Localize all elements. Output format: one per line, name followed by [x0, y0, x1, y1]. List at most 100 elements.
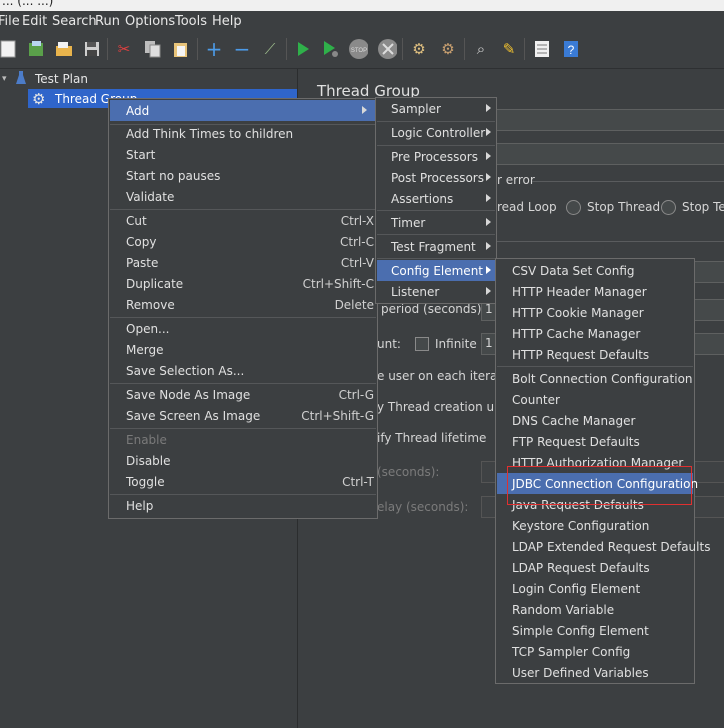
submenu-arrow-icon [486, 242, 491, 250]
search-icon[interactable]: ⌕ [471, 39, 491, 59]
stop-icon[interactable]: STOP [348, 39, 368, 59]
menu-separator [377, 234, 495, 235]
copy-icon[interactable] [143, 39, 163, 59]
menu-item-start-no-pauses[interactable]: Start no pauses [110, 165, 376, 186]
config-item-simple-config-element[interactable]: Simple Config Element [497, 620, 693, 641]
menu-item-duplicate[interactable]: Duplicate Ctrl+Shift-C [110, 273, 376, 294]
config-item-java-request-defaults[interactable]: Java Request Defaults [497, 494, 693, 515]
submenu-arrow-icon [362, 106, 367, 114]
loop-count-value: 1 [485, 336, 493, 350]
infinite-checkbox[interactable] [415, 337, 429, 351]
menu-item-save-selection-as[interactable]: Save Selection As... [110, 360, 376, 381]
config-item-counter[interactable]: Counter [497, 389, 693, 410]
clear-all-icon[interactable]: ⚙ [438, 39, 458, 59]
save-icon[interactable] [82, 39, 102, 59]
menu-item-start[interactable]: Start [110, 144, 376, 165]
group-border [532, 181, 724, 182]
radio-label-start-next-loop: read Loop [497, 200, 557, 214]
menu-item-save-screen-as-image[interactable]: Save Screen As Image Ctrl+Shift-G [110, 405, 376, 426]
submenu-item-post-processors[interactable]: Post Processors [377, 167, 495, 188]
shutdown-icon[interactable] [377, 39, 397, 59]
menu-item-merge[interactable]: Merge [110, 339, 376, 360]
menu-item-disable[interactable]: Disable [110, 450, 376, 471]
menu-help[interactable]: Help [212, 14, 242, 29]
menu-item-save-node-as-image[interactable]: Save Node As Image Ctrl-G [110, 384, 376, 405]
help-icon[interactable]: ? [561, 39, 581, 59]
config-item-tcp-sampler-config[interactable]: TCP Sampler Config [497, 641, 693, 662]
start-icon[interactable] [293, 39, 313, 59]
ramp-up-label: period (seconds): [381, 302, 486, 316]
menu-item-toggle[interactable]: Toggle Ctrl-T [110, 471, 376, 492]
menu-file[interactable]: File [0, 14, 20, 29]
submenu-item-timer[interactable]: Timer [377, 212, 495, 233]
config-item-keystore-configuration[interactable]: Keystore Configuration [497, 515, 693, 536]
menu-item-validate[interactable]: Validate [110, 186, 376, 207]
config-item-http-cookie-manager[interactable]: HTTP Cookie Manager [497, 302, 693, 323]
toggle-icon[interactable]: ⟋ [260, 39, 280, 59]
startup-delay-label: elay (seconds): [377, 500, 469, 514]
menu-separator [377, 210, 495, 211]
submenu-item-logic-controller[interactable]: Logic Controller [377, 122, 495, 143]
tree-expand-arrow-icon[interactable]: ▾ [2, 74, 7, 84]
submenu-item-listener[interactable]: Listener [377, 281, 495, 302]
submenu-arrow-icon [486, 218, 491, 226]
config-item-jdbc-connection[interactable]: JDBC Connection Configuration [497, 473, 698, 494]
radio-stop-test[interactable] [661, 200, 676, 215]
reset-search-icon[interactable]: ✎ [499, 39, 519, 59]
window-title-bar: ... (... ...) [0, 0, 724, 11]
config-item-random-variable[interactable]: Random Variable [497, 599, 693, 620]
submenu-item-test-fragment[interactable]: Test Fragment [377, 236, 495, 257]
config-item-bolt-connection[interactable]: Bolt Connection Configuration [497, 368, 693, 389]
config-item-http-header-manager[interactable]: HTTP Header Manager [497, 281, 693, 302]
menu-item-cut[interactable]: Cut Ctrl-X [110, 210, 376, 231]
submenu-item-pre-processors[interactable]: Pre Processors [377, 146, 495, 167]
menu-bar: File Edit Search Run Options Tools Help [0, 11, 724, 32]
collapse-icon[interactable]: − [232, 39, 252, 59]
submenu-arrow-icon [486, 128, 491, 136]
submenu-arrow-icon [486, 287, 491, 295]
menu-run[interactable]: Run [95, 14, 120, 29]
menu-item-open[interactable]: Open... [110, 318, 376, 339]
submenu-item-assertions[interactable]: Assertions [377, 188, 495, 209]
radio-stop-thread[interactable] [566, 200, 581, 215]
tree-node-test-plan[interactable]: ▾ Test Plan [0, 69, 297, 88]
templates-icon[interactable] [26, 39, 46, 59]
config-item-user-defined-variables[interactable]: User Defined Variables [497, 662, 693, 683]
function-helper-icon[interactable] [532, 39, 552, 59]
menu-tools[interactable]: Tools [175, 14, 207, 29]
config-item-ftp-request-defaults[interactable]: FTP Request Defaults [497, 431, 693, 452]
submenu-item-sampler[interactable]: Sampler [377, 98, 495, 119]
menu-item-add[interactable]: Add [110, 100, 376, 121]
cut-icon[interactable]: ✂ [114, 39, 134, 59]
new-icon[interactable] [0, 39, 18, 59]
menu-item-copy[interactable]: Copy Ctrl-C [110, 231, 376, 252]
menu-item-add-think-times[interactable]: Add Think Times to children [110, 123, 376, 144]
config-item-http-request-defaults[interactable]: HTTP Request Defaults [497, 344, 693, 365]
menu-item-enable: Enable [126, 432, 167, 447]
config-item-http-authorization-manager[interactable]: HTTP Authorization Manager [497, 452, 693, 473]
radio-label-stop-test: Stop Tes [682, 200, 724, 214]
menu-item-help[interactable]: Help [110, 495, 376, 516]
tree-label-test-plan: Test Plan [35, 71, 88, 86]
toolbar-divider [286, 38, 287, 60]
config-item-http-cache-manager[interactable]: HTTP Cache Manager [497, 323, 693, 344]
open-icon[interactable] [54, 39, 74, 59]
specify-lifetime-label: ify Thread lifetime [377, 431, 487, 445]
config-item-ldap-request-defaults[interactable]: LDAP Request Defaults [497, 557, 693, 578]
paste-icon[interactable] [171, 39, 191, 59]
config-item-login-config-element[interactable]: Login Config Element [497, 578, 693, 599]
config-item-dns-cache-manager[interactable]: DNS Cache Manager [497, 410, 693, 431]
menu-edit[interactable]: Edit [22, 14, 47, 29]
clear-icon[interactable]: ⚙ [409, 39, 429, 59]
menu-item-remove[interactable]: Remove Delete [110, 294, 376, 315]
toolbar-divider [402, 38, 403, 60]
menu-item-paste[interactable]: Paste Ctrl-V [110, 252, 376, 273]
menu-search[interactable]: Search [52, 14, 97, 29]
expand-icon[interactable]: + [204, 39, 224, 59]
config-item-csv-data-set[interactable]: CSV Data Set Config [497, 260, 693, 281]
menu-options[interactable]: Options [125, 14, 175, 29]
window-title: ... (... ...) [2, 0, 54, 8]
start-no-pauses-icon[interactable] [321, 39, 341, 59]
submenu-item-config-element[interactable]: Config Element [377, 260, 495, 281]
config-item-ldap-extended-request-defaults[interactable]: LDAP Extended Request Defaults [497, 536, 710, 557]
